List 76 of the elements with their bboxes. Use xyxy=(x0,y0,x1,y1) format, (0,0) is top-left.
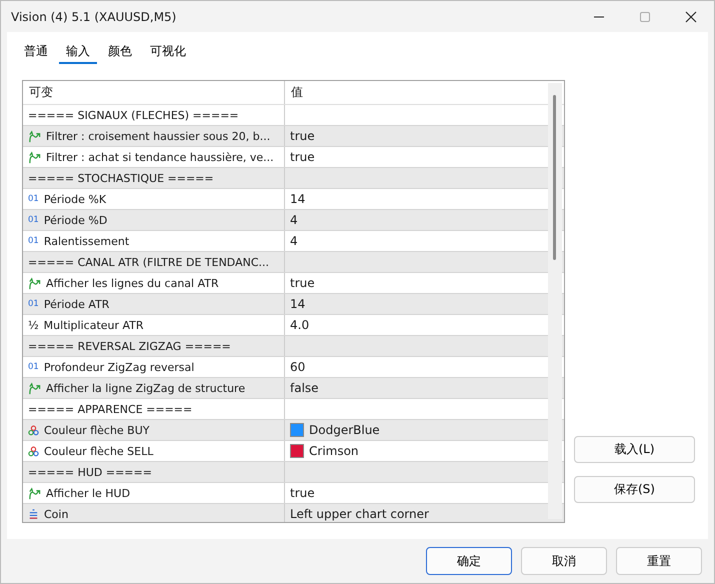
integer-icon: 01 xyxy=(28,362,39,372)
parameter-value[interactable]: DodgerBlue xyxy=(309,423,380,437)
parameter-value[interactable]: 4 xyxy=(290,213,298,227)
dialog-button[interactable]: 重置 xyxy=(616,547,702,575)
parameter-name: Couleur flèche SELL xyxy=(44,444,154,458)
parameter-value[interactable]: 14 xyxy=(290,192,306,206)
parameter-name: Période %D xyxy=(44,214,108,226)
parameter-name: ===== STOCHASTIQUE ===== xyxy=(28,172,214,184)
column-header: 值 xyxy=(290,84,304,101)
arrow-icon xyxy=(28,382,41,394)
parameter-name: ===== CANAL ATR (FILTRE DE TENDANC... xyxy=(28,256,269,268)
parameter-value[interactable]: Left upper chart corner xyxy=(290,507,429,521)
parameter-value[interactable]: false xyxy=(290,381,319,395)
parameter-name: Période %K xyxy=(44,192,106,206)
parameter-name: Afficher la ligne ZigZag de structure xyxy=(46,382,246,394)
window-title: Vision (4) 5.1 (XAUUSD,M5) xyxy=(11,10,176,24)
parameter-name: Couleur flèche BUY xyxy=(44,424,150,436)
parameter-value[interactable]: 60 xyxy=(290,360,306,374)
scrollbar[interactable] xyxy=(548,83,562,519)
parameter-value[interactable]: true xyxy=(290,129,315,143)
list-icon xyxy=(28,508,39,520)
parameter-value[interactable]: 14 xyxy=(290,297,306,311)
integer-icon: 01 xyxy=(28,215,39,225)
parameter-name: Afficher le HUD xyxy=(46,486,130,500)
parameter-name-cell[interactable]: Couleur flèche BUY xyxy=(23,420,285,440)
integer-icon: 01 xyxy=(28,299,39,309)
tab[interactable]: 普通 xyxy=(17,40,55,64)
color-circles-icon xyxy=(28,424,39,436)
fraction-icon: ½ xyxy=(28,318,39,332)
parameter-name-cell[interactable]: Afficher le HUD xyxy=(23,483,285,503)
parameter-name-cell[interactable]: 01 Période %D xyxy=(23,210,285,230)
arrow-icon xyxy=(28,130,41,142)
parameter-value[interactable]: Crimson xyxy=(309,444,359,458)
arrow-icon xyxy=(28,486,41,500)
parameter-name: Ralentissement xyxy=(44,234,130,248)
side-button[interactable]: 载入(L) xyxy=(574,436,695,463)
parameter-value[interactable]: true xyxy=(290,150,315,164)
parameter-name: ===== SIGNAUX (FLECHES) ===== xyxy=(28,108,239,122)
dialog-button[interactable]: 取消 xyxy=(521,547,607,575)
parameter-name-cell[interactable]: 01 Période %K xyxy=(23,189,285,209)
parameter-name-cell[interactable]: 01 Ralentissement xyxy=(23,231,285,251)
parameter-value[interactable]: 4 xyxy=(290,234,298,248)
integer-icon: 01 xyxy=(28,236,39,246)
parameter-name-cell[interactable]: 01 Période ATR xyxy=(23,294,285,314)
parameter-name-cell[interactable]: Afficher les lignes du canal ATR xyxy=(23,273,285,293)
parameter-name: ===== APPARENCE ===== xyxy=(28,402,192,416)
parameter-name-cell[interactable]: ½ Multiplicateur ATR xyxy=(23,315,285,335)
parameter-name-cell[interactable]: Couleur flèche SELL xyxy=(23,441,285,461)
parameter-name-cell[interactable]: Filtrer : achat si tendance haussière, ve... xyxy=(23,147,285,167)
integer-icon: 01 xyxy=(28,194,39,204)
color-circles-icon xyxy=(28,446,39,456)
parameter-name: Filtrer : croisement haussier sous 20, b... xyxy=(46,130,270,142)
arrow-icon xyxy=(28,150,41,164)
parameter-name-cell[interactable]: Filtrer : croisement haussier sous 20, b... xyxy=(23,126,285,146)
tab[interactable]: 颜色 xyxy=(101,40,139,64)
column-header: 可变 xyxy=(23,81,285,104)
side-button[interactable]: 保存(S) xyxy=(574,476,695,503)
tab[interactable]: 可视化 xyxy=(143,40,193,64)
parameter-name: Profondeur ZigZag reversal xyxy=(44,360,194,374)
dialog-button[interactable]: 确定 xyxy=(426,547,512,575)
parameter-name: Coin xyxy=(44,508,68,520)
parameter-name: Multiplicateur ATR xyxy=(44,318,144,332)
parameter-name: Période ATR xyxy=(44,298,110,310)
parameter-value[interactable]: true xyxy=(290,486,315,500)
arrow-icon xyxy=(28,276,41,290)
close-icon[interactable] xyxy=(685,10,697,22)
parameter-name: ===== REVERSAL ZIGZAG ===== xyxy=(28,340,231,352)
parameter-name-cell[interactable]: Afficher la ligne ZigZag de structure xyxy=(23,378,285,398)
parameter-name: ===== HUD ===== xyxy=(28,466,152,478)
parameter-name: Filtrer : achat si tendance haussière, ve... xyxy=(46,150,274,164)
parameter-name-cell[interactable]: Coin xyxy=(23,504,285,522)
parameter-name: Afficher les lignes du canal ATR xyxy=(46,276,219,290)
parameter-value[interactable]: true xyxy=(290,276,315,290)
tab[interactable]: 输入 xyxy=(59,40,97,64)
parameter-value[interactable]: 4.0 xyxy=(290,318,310,332)
parameter-name-cell[interactable]: 01 Profondeur ZigZag reversal xyxy=(23,357,285,377)
